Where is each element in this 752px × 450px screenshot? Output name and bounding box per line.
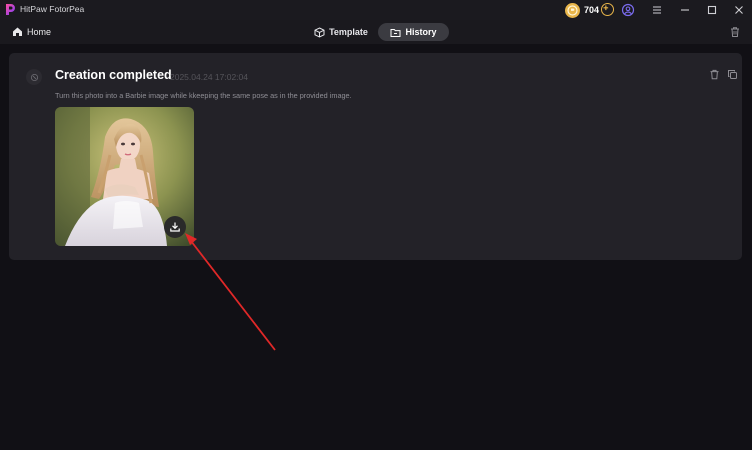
tab-history-label: History: [405, 27, 437, 37]
folder-icon: [390, 28, 401, 37]
tab-template-label: Template: [329, 27, 368, 37]
user-account-icon[interactable]: [621, 3, 635, 17]
clock-icon: [30, 73, 38, 81]
home-icon[interactable]: [12, 26, 23, 37]
app-title: HitPaw FotorPea: [20, 4, 85, 14]
creation-prompt: Turn this photo into a Barbie image whil…: [55, 91, 352, 100]
home-link[interactable]: Home: [27, 27, 51, 37]
delete-icon[interactable]: [709, 69, 720, 80]
app-logo-icon: [6, 4, 15, 15]
download-button[interactable]: [164, 216, 186, 238]
tab-template[interactable]: Template: [308, 23, 374, 41]
minimize-icon[interactable]: [678, 3, 692, 17]
title-bar: HitPaw FotorPea 704: [0, 0, 752, 20]
coin-count: 704: [584, 5, 600, 15]
cube-icon: [314, 26, 325, 38]
creation-timestamp: 2025.04.24 17:02:04: [170, 72, 248, 82]
history-card: Creation completed 2025.04.24 17:02:04 T…: [9, 53, 742, 260]
nav-bar: Home Template History: [0, 20, 752, 44]
status-icon: [26, 69, 42, 85]
creation-status: Creation completed: [55, 68, 172, 82]
copy-icon[interactable]: [727, 69, 738, 80]
download-icon: [170, 222, 180, 232]
coin-icon[interactable]: [565, 3, 580, 18]
tab-history[interactable]: History: [378, 23, 449, 41]
menu-icon[interactable]: [650, 3, 664, 17]
maximize-icon[interactable]: [705, 3, 719, 17]
close-icon[interactable]: [732, 3, 746, 17]
add-coin-button[interactable]: [601, 3, 614, 16]
clear-history-icon[interactable]: [729, 26, 741, 38]
